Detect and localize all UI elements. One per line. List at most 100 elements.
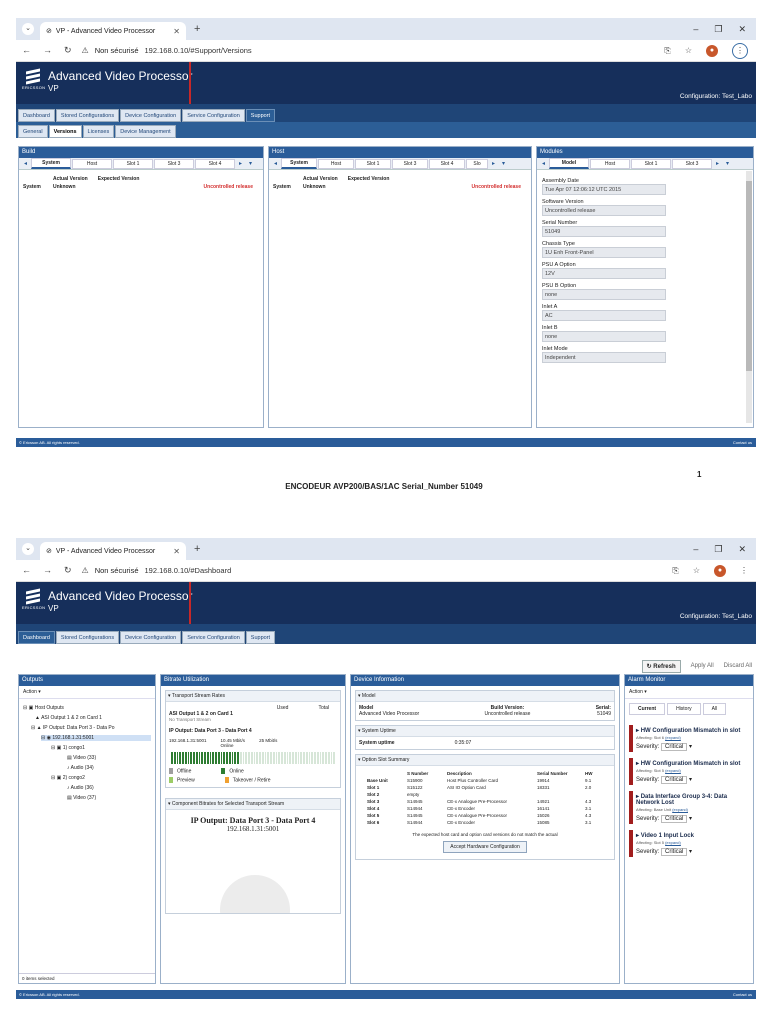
forward-icon[interactable]: → — [43, 45, 52, 56]
minimize-icon[interactable]: – — [693, 544, 698, 555]
minimize-icon[interactable]: – — [693, 24, 698, 35]
restore-icon[interactable]: ❐ — [714, 544, 722, 555]
contact-link[interactable]: Contact us — [733, 990, 756, 999]
build-tab-slot3[interactable]: Slot 3 — [154, 158, 195, 169]
severity-select[interactable]: Severity: Critical ▾ — [636, 815, 746, 823]
scroll-left-icon[interactable]: ◂ — [271, 160, 280, 167]
expand-link[interactable]: (expand) — [665, 735, 681, 740]
severity-select[interactable]: Severity: Critical ▾ — [636, 848, 746, 856]
tree-node[interactable]: ⊟ ▣ Host Outputs — [23, 705, 151, 711]
build-tab-slot1[interactable]: Slot 1 — [113, 158, 154, 169]
scroll-right-icon[interactable]: ▸ — [489, 160, 498, 167]
modules-tab-slot3[interactable]: Slot 3 — [672, 158, 713, 169]
host-tab-slot1[interactable]: Slot 1 — [355, 158, 392, 169]
close-window-icon[interactable]: ✕ — [738, 24, 746, 35]
tree-node[interactable]: ♪ Audio (36) — [67, 785, 151, 791]
modules-tab-model[interactable]: Model — [549, 158, 590, 169]
tree-node[interactable]: ♪ Audio (34) — [67, 765, 151, 771]
reload-icon[interactable]: ↻ — [64, 565, 72, 576]
tab-stored-configurations[interactable]: Stored Configurations — [55, 631, 120, 644]
bookmark-star-icon[interactable]: ☆ — [693, 566, 700, 575]
tree-node[interactable]: ▤ Video (33) — [67, 755, 151, 761]
tab-stored-configurations[interactable]: Stored Configurations — [55, 109, 120, 122]
bookmark-star-icon[interactable]: ☆ — [685, 46, 692, 55]
tab-device-management[interactable]: Device Management — [115, 125, 176, 138]
accept-hardware-config-button[interactable]: Accept Hardware Configuration — [443, 841, 527, 853]
tab-device-configuration[interactable]: Device Configuration — [120, 109, 182, 122]
expand-link[interactable]: (expand) — [665, 768, 681, 773]
alarm-item[interactable]: ▸ Video 1 Input Lock Affecting: Slot 5 (e… — [629, 830, 749, 857]
translate-icon[interactable]: ⎘ — [664, 46, 670, 56]
build-tab-host[interactable]: Host — [72, 158, 113, 169]
close-window-icon[interactable]: ✕ — [738, 544, 746, 555]
expand-link[interactable]: (expand) — [665, 840, 681, 845]
browser-tab[interactable]: ⊘ VP - Advanced Video Processor ✕ — [40, 542, 186, 560]
expand-link[interactable]: (expand) — [672, 807, 688, 812]
reload-icon[interactable]: ↻ — [64, 45, 72, 56]
url-field[interactable]: ⚠ Non sécurisé 192.168.0.10/#Dashboard — [82, 566, 232, 575]
alarm-item[interactable]: ▸ HW Configuration Mismatch in slot Affec… — [629, 758, 749, 785]
discard-all-button[interactable]: Discard All — [724, 663, 752, 669]
section-header[interactable]: ▾ Model — [356, 691, 614, 702]
modules-scrollbar[interactable] — [746, 171, 752, 423]
apply-all-button[interactable]: Apply All — [691, 663, 714, 669]
modules-tab-slot1[interactable]: Slot 1 — [631, 158, 672, 169]
restore-icon[interactable]: ❐ — [714, 24, 722, 35]
close-tab-icon[interactable]: ✕ — [173, 27, 180, 36]
tab-support[interactable]: Support — [245, 631, 276, 644]
new-tab-icon[interactable]: + — [194, 23, 200, 35]
scroll-right-icon[interactable]: ▸ — [713, 160, 722, 167]
section-header[interactable]: ▾ Option Slot Summary — [356, 755, 614, 766]
alarm-action-menu[interactable]: Action ▾ — [625, 686, 753, 699]
tree-node[interactable]: ⊟ ▣ 1) congo1 — [51, 745, 151, 751]
tab-menu-icon[interactable]: ▾ — [723, 160, 732, 167]
alarm-tab-current[interactable]: Current — [629, 703, 666, 715]
host-tab-slot3[interactable]: Slot 3 — [392, 158, 429, 169]
url-field[interactable]: ⚠ Non sécurisé 192.168.0.10/#Support/Ver… — [82, 46, 252, 55]
back-icon[interactable]: ← — [22, 565, 31, 576]
back-icon[interactable]: ← — [22, 45, 31, 56]
tab-list-icon[interactable]: ⌄ — [22, 23, 34, 35]
tree-node[interactable]: ⊟ ◉ 192.168.1.31:5001 — [41, 735, 151, 741]
host-tab-slot4[interactable]: Slot 4 — [429, 158, 466, 169]
tab-versions[interactable]: Versions — [48, 125, 82, 138]
alarm-item[interactable]: ▸ HW Configuration Mismatch in slot Affec… — [629, 725, 749, 752]
menu-kebab-icon[interactable]: ⋮ — [732, 42, 748, 59]
refresh-button[interactable]: ↻ Refresh — [641, 659, 681, 673]
tab-support[interactable]: Support — [245, 109, 276, 122]
tab-dashboard[interactable]: Dashboard — [18, 109, 55, 122]
tab-menu-icon[interactable]: ▾ — [246, 160, 255, 167]
section-header[interactable]: ▾ Transport Stream Rates — [166, 691, 340, 702]
severity-select[interactable]: Severity: Critical ▾ — [636, 776, 746, 784]
tab-device-configuration[interactable]: Device Configuration — [120, 631, 182, 644]
tab-licenses[interactable]: Licenses — [82, 125, 115, 138]
host-tab-system[interactable]: System — [281, 158, 318, 169]
close-tab-icon[interactable]: ✕ — [173, 547, 180, 556]
modules-tab-host[interactable]: Host — [590, 158, 631, 169]
alarm-item[interactable]: ▸ Data Interface Group 3-4: Data Network… — [629, 791, 749, 824]
profile-avatar[interactable]: ● — [706, 44, 718, 57]
forward-icon[interactable]: → — [43, 565, 52, 576]
host-tab-host[interactable]: Host — [318, 158, 355, 169]
tree-node[interactable]: ▤ Video (37) — [67, 795, 151, 801]
tab-service-configuration[interactable]: Service Configuration — [182, 631, 245, 644]
outputs-action-menu[interactable]: Action ▾ — [19, 686, 155, 699]
new-tab-icon[interactable]: + — [194, 543, 200, 555]
tab-service-configuration[interactable]: Service Configuration — [182, 109, 245, 122]
tab-dashboard[interactable]: Dashboard — [18, 631, 55, 644]
severity-select[interactable]: Severity: Critical ▾ — [636, 743, 746, 751]
tree-node[interactable]: ▲ ASI Output 1 & 2 on Card 1 — [35, 715, 151, 721]
tree-node[interactable]: ⊟ ▣ 2) congo2 — [51, 775, 151, 781]
profile-avatar[interactable]: ● — [714, 564, 726, 577]
tab-general[interactable]: General — [18, 125, 48, 138]
browser-tab[interactable]: ⊘ VP - Advanced Video Processor ✕ — [40, 22, 186, 40]
scroll-right-icon[interactable]: ▸ — [236, 160, 245, 167]
tab-list-icon[interactable]: ⌄ — [22, 543, 34, 555]
scroll-left-icon[interactable]: ◂ — [21, 160, 30, 167]
tab-menu-icon[interactable]: ▾ — [499, 160, 508, 167]
alarm-tab-history[interactable]: History — [667, 703, 701, 715]
translate-icon[interactable]: ⎘ — [672, 566, 678, 576]
host-tab-slot5[interactable]: Slo — [466, 158, 489, 169]
scroll-left-icon[interactable]: ◂ — [539, 160, 548, 167]
alarm-tab-all[interactable]: All — [702, 703, 727, 715]
